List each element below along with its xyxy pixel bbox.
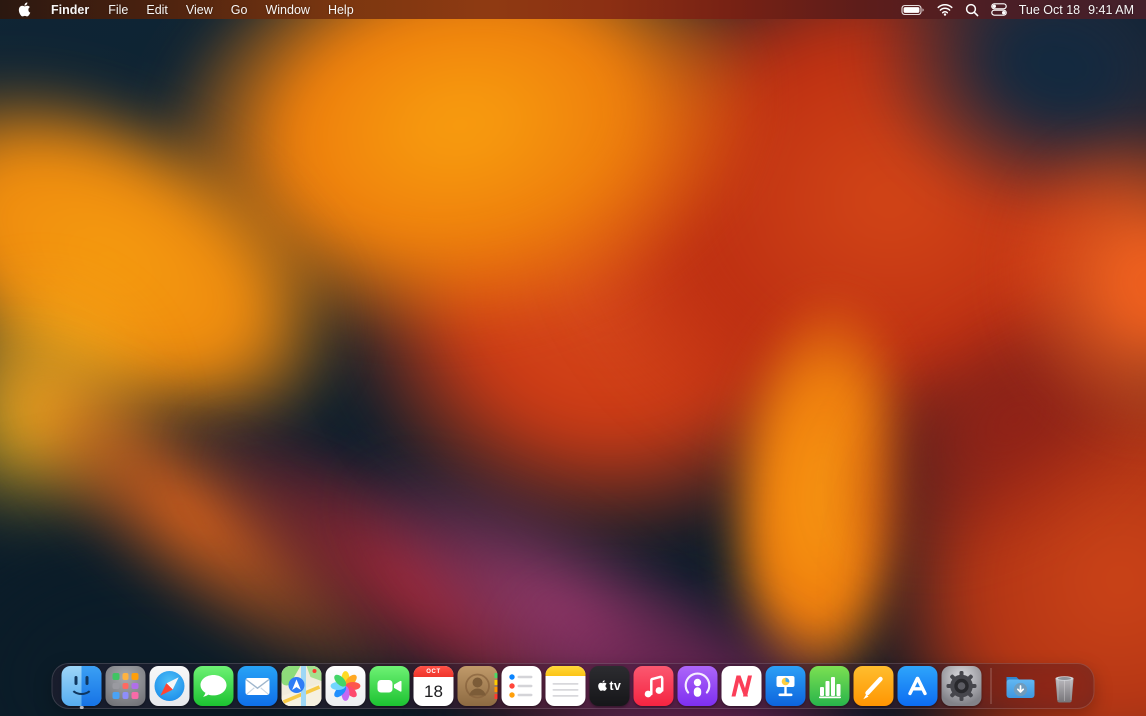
launchpad-icon <box>105 666 146 706</box>
keynote-icon <box>765 666 806 706</box>
dock-item-maps[interactable] <box>281 666 323 706</box>
finder-icon <box>61 666 102 706</box>
photos-icon <box>325 666 366 706</box>
messages-icon <box>193 666 234 706</box>
dock-item-calendar[interactable]: OCT 18 <box>413 666 455 706</box>
numbers-icon <box>809 666 850 706</box>
menu-bar: Finder File Edit View Go Window Help Tue… <box>0 0 1146 19</box>
dock-separator <box>990 668 992 704</box>
dock-item-app-store[interactable] <box>897 666 939 706</box>
menu-bar-status: Tue Oct 18 9:41 AM <box>901 0 1146 19</box>
dock-item-notes[interactable] <box>545 666 587 706</box>
dock-item-photos[interactable] <box>325 666 367 706</box>
dock-item-news[interactable] <box>721 666 763 706</box>
system-settings-icon <box>941 666 982 706</box>
dock-item-launchpad[interactable] <box>105 666 147 706</box>
desktop-wallpaper <box>0 0 1146 716</box>
menu-bar-left: Finder File Edit View Go Window Help <box>0 0 363 19</box>
dock-item-numbers[interactable] <box>809 666 851 706</box>
tv-icon: tv <box>589 666 630 706</box>
dock-item-mail[interactable] <box>237 666 279 706</box>
apple-logo-icon <box>598 680 608 691</box>
pages-icon <box>853 666 894 706</box>
menu-item-window[interactable]: Window <box>256 0 318 19</box>
menu-bar-time: 9:41 AM <box>1088 2 1134 17</box>
dock-item-reminders[interactable] <box>501 666 543 706</box>
apple-menu[interactable] <box>0 0 41 19</box>
menu-item-go[interactable]: Go <box>222 0 257 19</box>
menu-bar-clock[interactable]: Tue Oct 18 9:41 AM <box>1019 3 1134 17</box>
tv-logo-text: tv <box>609 679 622 693</box>
spotlight-search-icon[interactable] <box>965 0 979 19</box>
dock-item-finder[interactable] <box>61 666 103 709</box>
calendar-month-label: OCT <box>413 666 454 677</box>
apple-logo-icon <box>18 1 31 16</box>
desktop: Finder File Edit View Go Window Help Tue… <box>0 0 1146 716</box>
notes-icon <box>545 666 586 706</box>
dock-item-contacts[interactable] <box>457 666 499 706</box>
menu-item-help[interactable]: Help <box>319 0 363 19</box>
contacts-icon <box>457 666 498 706</box>
reminders-icon <box>501 666 542 706</box>
downloads-folder-icon <box>1001 666 1041 706</box>
dock-item-safari[interactable] <box>149 666 191 706</box>
dock-item-facetime[interactable] <box>369 666 411 706</box>
dock-item-music[interactable] <box>633 666 675 706</box>
podcasts-icon <box>677 666 718 706</box>
menu-item-finder[interactable]: Finder <box>41 0 99 19</box>
music-icon <box>633 666 674 706</box>
control-center-icon[interactable] <box>990 0 1007 19</box>
app-store-icon <box>897 666 938 706</box>
dock-item-trash[interactable] <box>1044 666 1086 706</box>
calendar-icon: OCT 18 <box>413 666 454 706</box>
maps-icon <box>281 666 322 706</box>
news-icon <box>721 666 762 706</box>
running-indicator <box>79 705 84 709</box>
dock-item-pages[interactable] <box>853 666 895 706</box>
wifi-icon[interactable] <box>937 0 953 19</box>
menu-item-edit[interactable]: Edit <box>137 0 177 19</box>
menu-item-view[interactable]: View <box>177 0 222 19</box>
dock: OCT 18 tv <box>51 663 1095 709</box>
dock-item-downloads[interactable] <box>1000 666 1042 706</box>
dock-item-system-settings[interactable] <box>941 666 983 706</box>
battery-icon[interactable] <box>901 0 925 19</box>
menu-item-file[interactable]: File <box>99 0 137 19</box>
safari-icon <box>149 666 190 706</box>
dock-item-messages[interactable] <box>193 666 235 706</box>
dock-item-keynote[interactable] <box>765 666 807 706</box>
mail-icon <box>237 666 278 706</box>
facetime-icon <box>369 666 410 706</box>
menu-bar-date: Tue Oct 18 <box>1018 2 1081 17</box>
calendar-day-label: 18 <box>424 681 443 701</box>
dock-item-tv[interactable]: tv <box>589 666 631 706</box>
dock-item-podcasts[interactable] <box>677 666 719 706</box>
trash-icon <box>1045 666 1085 706</box>
